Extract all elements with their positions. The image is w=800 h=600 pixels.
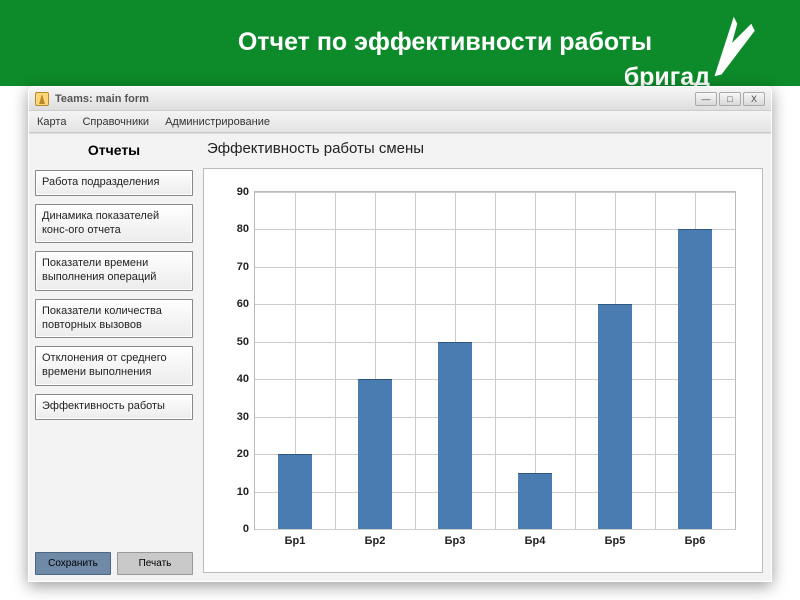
bar bbox=[518, 473, 552, 529]
bar bbox=[278, 454, 312, 529]
app-window: Teams: main form — □ X Карта Справочники… bbox=[28, 86, 772, 582]
gridline-v bbox=[655, 192, 656, 529]
y-tick-label: 40 bbox=[237, 373, 249, 385]
y-tick-label: 70 bbox=[237, 261, 249, 273]
titlebar[interactable]: Teams: main form — □ X bbox=[29, 87, 771, 111]
bar bbox=[438, 342, 472, 529]
save-button[interactable]: Сохранить bbox=[35, 552, 111, 575]
maximize-button[interactable]: □ bbox=[719, 92, 741, 106]
x-tick-label: Бр3 bbox=[445, 535, 466, 547]
gridline-h bbox=[255, 529, 735, 530]
report-dynamics[interactable]: Динамика показателей конс-ого отчета bbox=[35, 204, 193, 244]
report-repeat-calls[interactable]: Показатели количества повторных вызовов bbox=[35, 299, 193, 339]
report-efficiency[interactable]: Эффективность работы bbox=[35, 394, 193, 420]
reports-sidebar: Отчеты Работа подразделения Динамика пок… bbox=[35, 138, 193, 575]
bar bbox=[358, 379, 392, 529]
gridline-v bbox=[495, 192, 496, 529]
menubar: Карта Справочники Администрирование bbox=[29, 111, 771, 133]
gridline-v bbox=[575, 192, 576, 529]
main-content: Эффективность работы смены 0 10 20 30 40 50 60… bbox=[203, 138, 763, 573]
y-tick-label: 60 bbox=[237, 298, 249, 310]
print-button[interactable]: Печать bbox=[117, 552, 193, 575]
app-icon bbox=[35, 92, 49, 106]
y-tick-label: 50 bbox=[237, 336, 249, 348]
chart-plot: 0102030405060708090Бр1Бр2Бр3Бр4Бр5Бр6 bbox=[254, 191, 736, 530]
gridline-v bbox=[415, 192, 416, 529]
chart-panel: 0 10 20 30 40 50 60 70 80 90 Бр1 Бр2 Бр3 Бр4 Бр5 Бр6 bbox=[203, 168, 763, 573]
client-area: Отчеты Работа подразделения Динамика пок… bbox=[29, 133, 771, 581]
menu-map[interactable]: Карта bbox=[37, 116, 66, 128]
bar bbox=[598, 304, 632, 529]
gridline-v bbox=[335, 192, 336, 529]
close-button[interactable]: X bbox=[743, 92, 765, 106]
report-deviations[interactable]: Отклонения от среднего времени выполнени… bbox=[35, 346, 193, 386]
slide-banner: Отчет по эффективности работы бригад bbox=[0, 0, 800, 86]
minimize-button[interactable]: — bbox=[695, 92, 717, 106]
banner-title: Отчет по эффективности работы bbox=[150, 28, 740, 57]
y-tick-label: 0 bbox=[243, 523, 249, 535]
chart-title: Эффективность работы смены bbox=[203, 138, 763, 165]
x-tick-label: Бр4 bbox=[525, 535, 546, 547]
x-tick-label: Бр2 bbox=[365, 535, 386, 547]
menu-admin[interactable]: Администрирование bbox=[165, 116, 270, 128]
sidebar-title: Отчеты bbox=[35, 138, 193, 162]
x-tick-label: Бр6 bbox=[685, 535, 706, 547]
report-department[interactable]: Работа подразделения bbox=[35, 170, 193, 196]
y-tick-label: 90 bbox=[237, 186, 249, 198]
chart-area: 0 10 20 30 40 50 60 70 80 90 Бр1 Бр2 Бр3 Бр4 Бр5 Бр6 bbox=[212, 185, 744, 564]
y-tick-label: 80 bbox=[237, 223, 249, 235]
y-tick-label: 10 bbox=[237, 486, 249, 498]
x-tick-label: Бр1 bbox=[285, 535, 306, 547]
bar bbox=[678, 229, 712, 529]
report-time-metrics[interactable]: Показатели времени выполнения операций bbox=[35, 251, 193, 291]
banner-leaf-logo bbox=[702, 8, 762, 78]
y-tick-label: 20 bbox=[237, 448, 249, 460]
banner-subtitle: бригад bbox=[624, 63, 710, 86]
x-tick-label: Бр5 bbox=[605, 535, 626, 547]
y-tick-label: 30 bbox=[237, 411, 249, 423]
menu-directories[interactable]: Справочники bbox=[82, 116, 149, 128]
window-title: Teams: main form bbox=[55, 93, 149, 105]
